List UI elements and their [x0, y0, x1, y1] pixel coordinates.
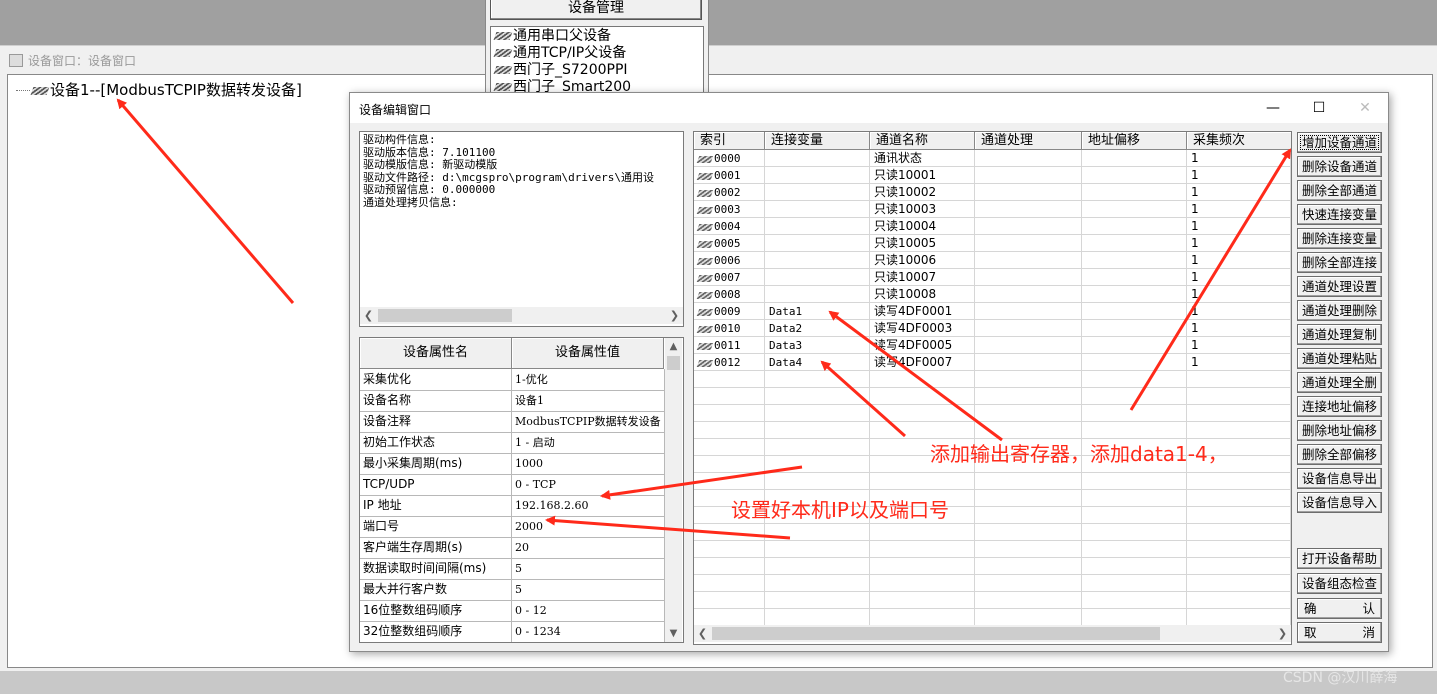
arrow-to-data1	[828, 310, 1003, 442]
annotation-ip-port: 设置好本机IP以及端口号	[731, 498, 949, 522]
arrow-to-data4	[820, 360, 906, 438]
annotation-channels: 添加输出寄存器，添加data1-4，	[930, 442, 1228, 466]
watermark: CSDN @汉川薛海	[1283, 670, 1398, 686]
arrow-to-ip	[600, 465, 803, 500]
arrow-to-tree-node	[116, 98, 295, 304]
annotation-arrows	[116, 98, 1292, 540]
arrow-to-add-channel	[1129, 148, 1292, 411]
